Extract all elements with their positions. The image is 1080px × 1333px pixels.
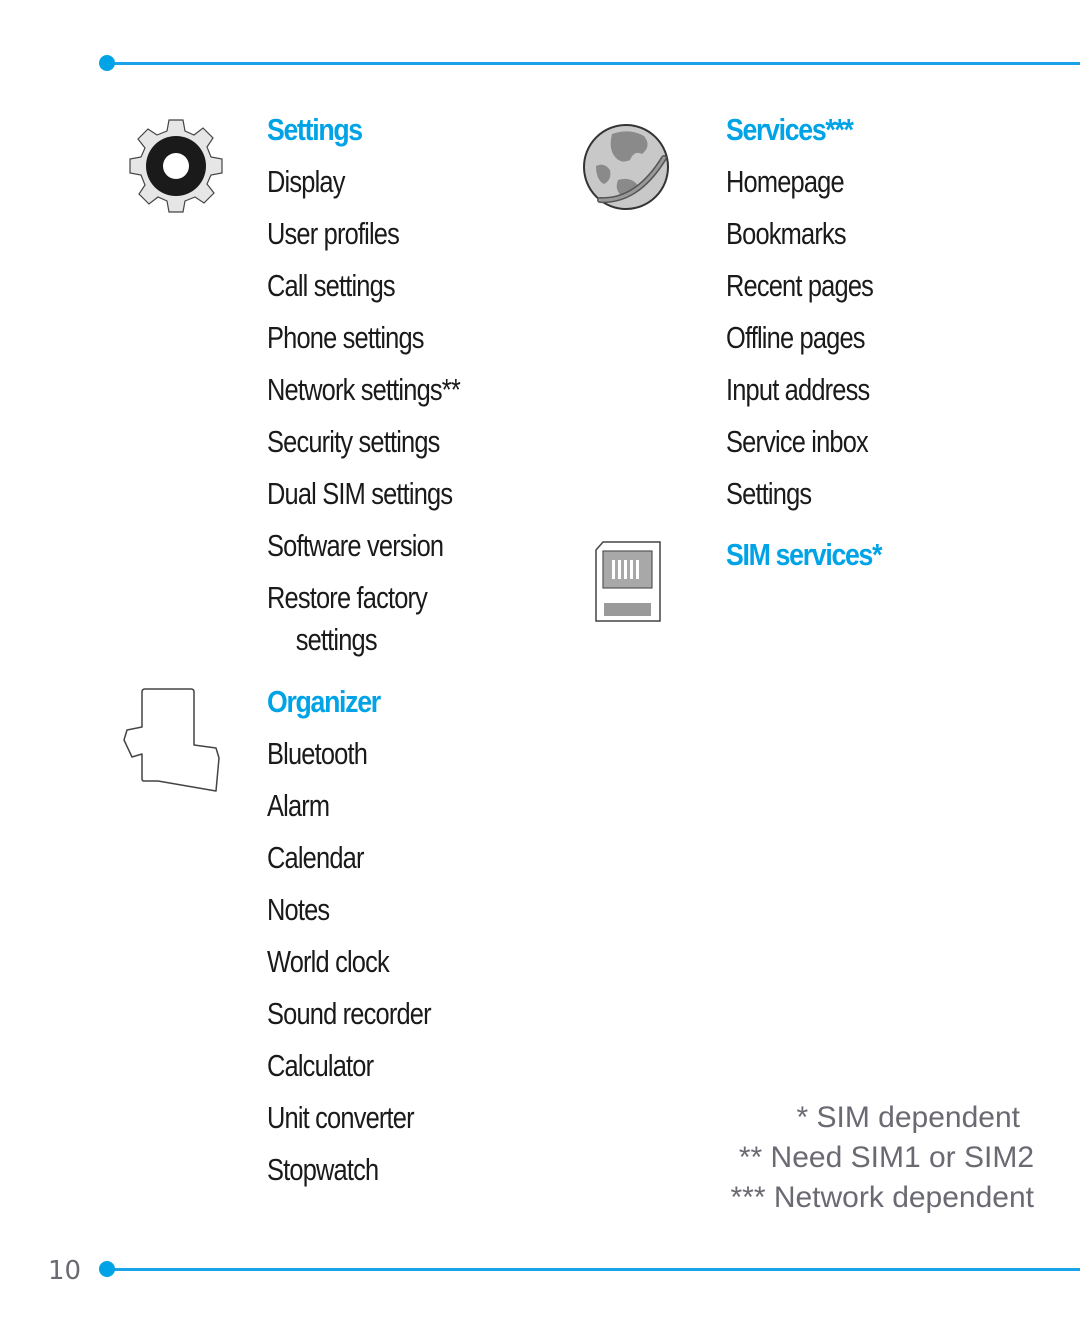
menu-item-stopwatch: Stopwatch <box>267 1152 379 1187</box>
menu-item-dual-sim-settings: Dual SIM settings <box>267 476 453 511</box>
menu-item-call-settings: Call settings <box>267 268 396 303</box>
top-divider-dot <box>99 55 115 71</box>
organizer-heading: Organizer <box>267 684 381 719</box>
footnote-network-dependent: *** Network dependent <box>730 1181 1034 1214</box>
menu-item-network-settings: Network settings** <box>267 372 461 407</box>
menu-item-calculator: Calculator <box>267 1048 374 1083</box>
menu-item-service-inbox: Service inbox <box>726 424 869 459</box>
bottom-divider-dot <box>99 1261 115 1277</box>
services-heading: Services*** <box>726 112 854 147</box>
menu-item-alarm: Alarm <box>267 788 330 823</box>
menu-item-world-clock: World clock <box>267 944 390 979</box>
sim-services-section: SIM services* <box>726 529 906 581</box>
menu-item-display: Display <box>267 164 345 199</box>
page-number: 10 <box>48 1256 82 1286</box>
organizer-section: Organizer Bluetooth Alarm Calendar Notes… <box>267 676 467 1196</box>
menu-item-software-version: Software version <box>267 528 444 563</box>
menu-item-unit-converter: Unit converter <box>267 1100 415 1135</box>
sim-services-heading: SIM services* <box>726 537 882 572</box>
footnotes: * SIM dependent ** Need SIM1 or SIM2 ***… <box>730 1098 1034 1218</box>
menu-item-calendar: Calendar <box>267 840 364 875</box>
gear-icon <box>128 118 224 219</box>
menu-item-sound-recorder: Sound recorder <box>267 996 432 1031</box>
top-divider-line <box>106 62 1080 65</box>
menu-item-notes: Notes <box>267 892 330 927</box>
menu-item-homepage: Homepage <box>726 164 845 199</box>
menu-item-security-settings: Security settings <box>267 424 440 459</box>
menu-item-user-profiles: User profiles <box>267 216 400 251</box>
footnote-sim-dependent: * SIM dependent <box>796 1101 1021 1134</box>
organizer-icon <box>122 686 222 801</box>
menu-item-offline-pages: Offline pages <box>726 320 866 355</box>
menu-item-services-settings: Settings <box>726 476 812 511</box>
footnote-need-sim: ** Need SIM1 or SIM2 <box>738 1141 1034 1174</box>
bottom-divider-line <box>106 1268 1080 1271</box>
menu-item-bookmarks: Bookmarks <box>726 216 847 251</box>
sim-card-icon <box>594 540 664 629</box>
services-section: Services*** Homepage Bookmarks Recent pa… <box>726 104 905 520</box>
menu-item-input-address: Input address <box>726 372 870 407</box>
menu-item-phone-settings: Phone settings <box>267 320 425 355</box>
settings-heading: Settings <box>267 112 363 147</box>
menu-item-restore-factory-cont: settings <box>295 622 378 657</box>
menu-item-recent-pages: Recent pages <box>726 268 874 303</box>
menu-item-bluetooth: Bluetooth <box>267 736 368 771</box>
globe-icon <box>582 120 678 219</box>
settings-section: Settings Display User profiles Call sett… <box>267 104 502 666</box>
